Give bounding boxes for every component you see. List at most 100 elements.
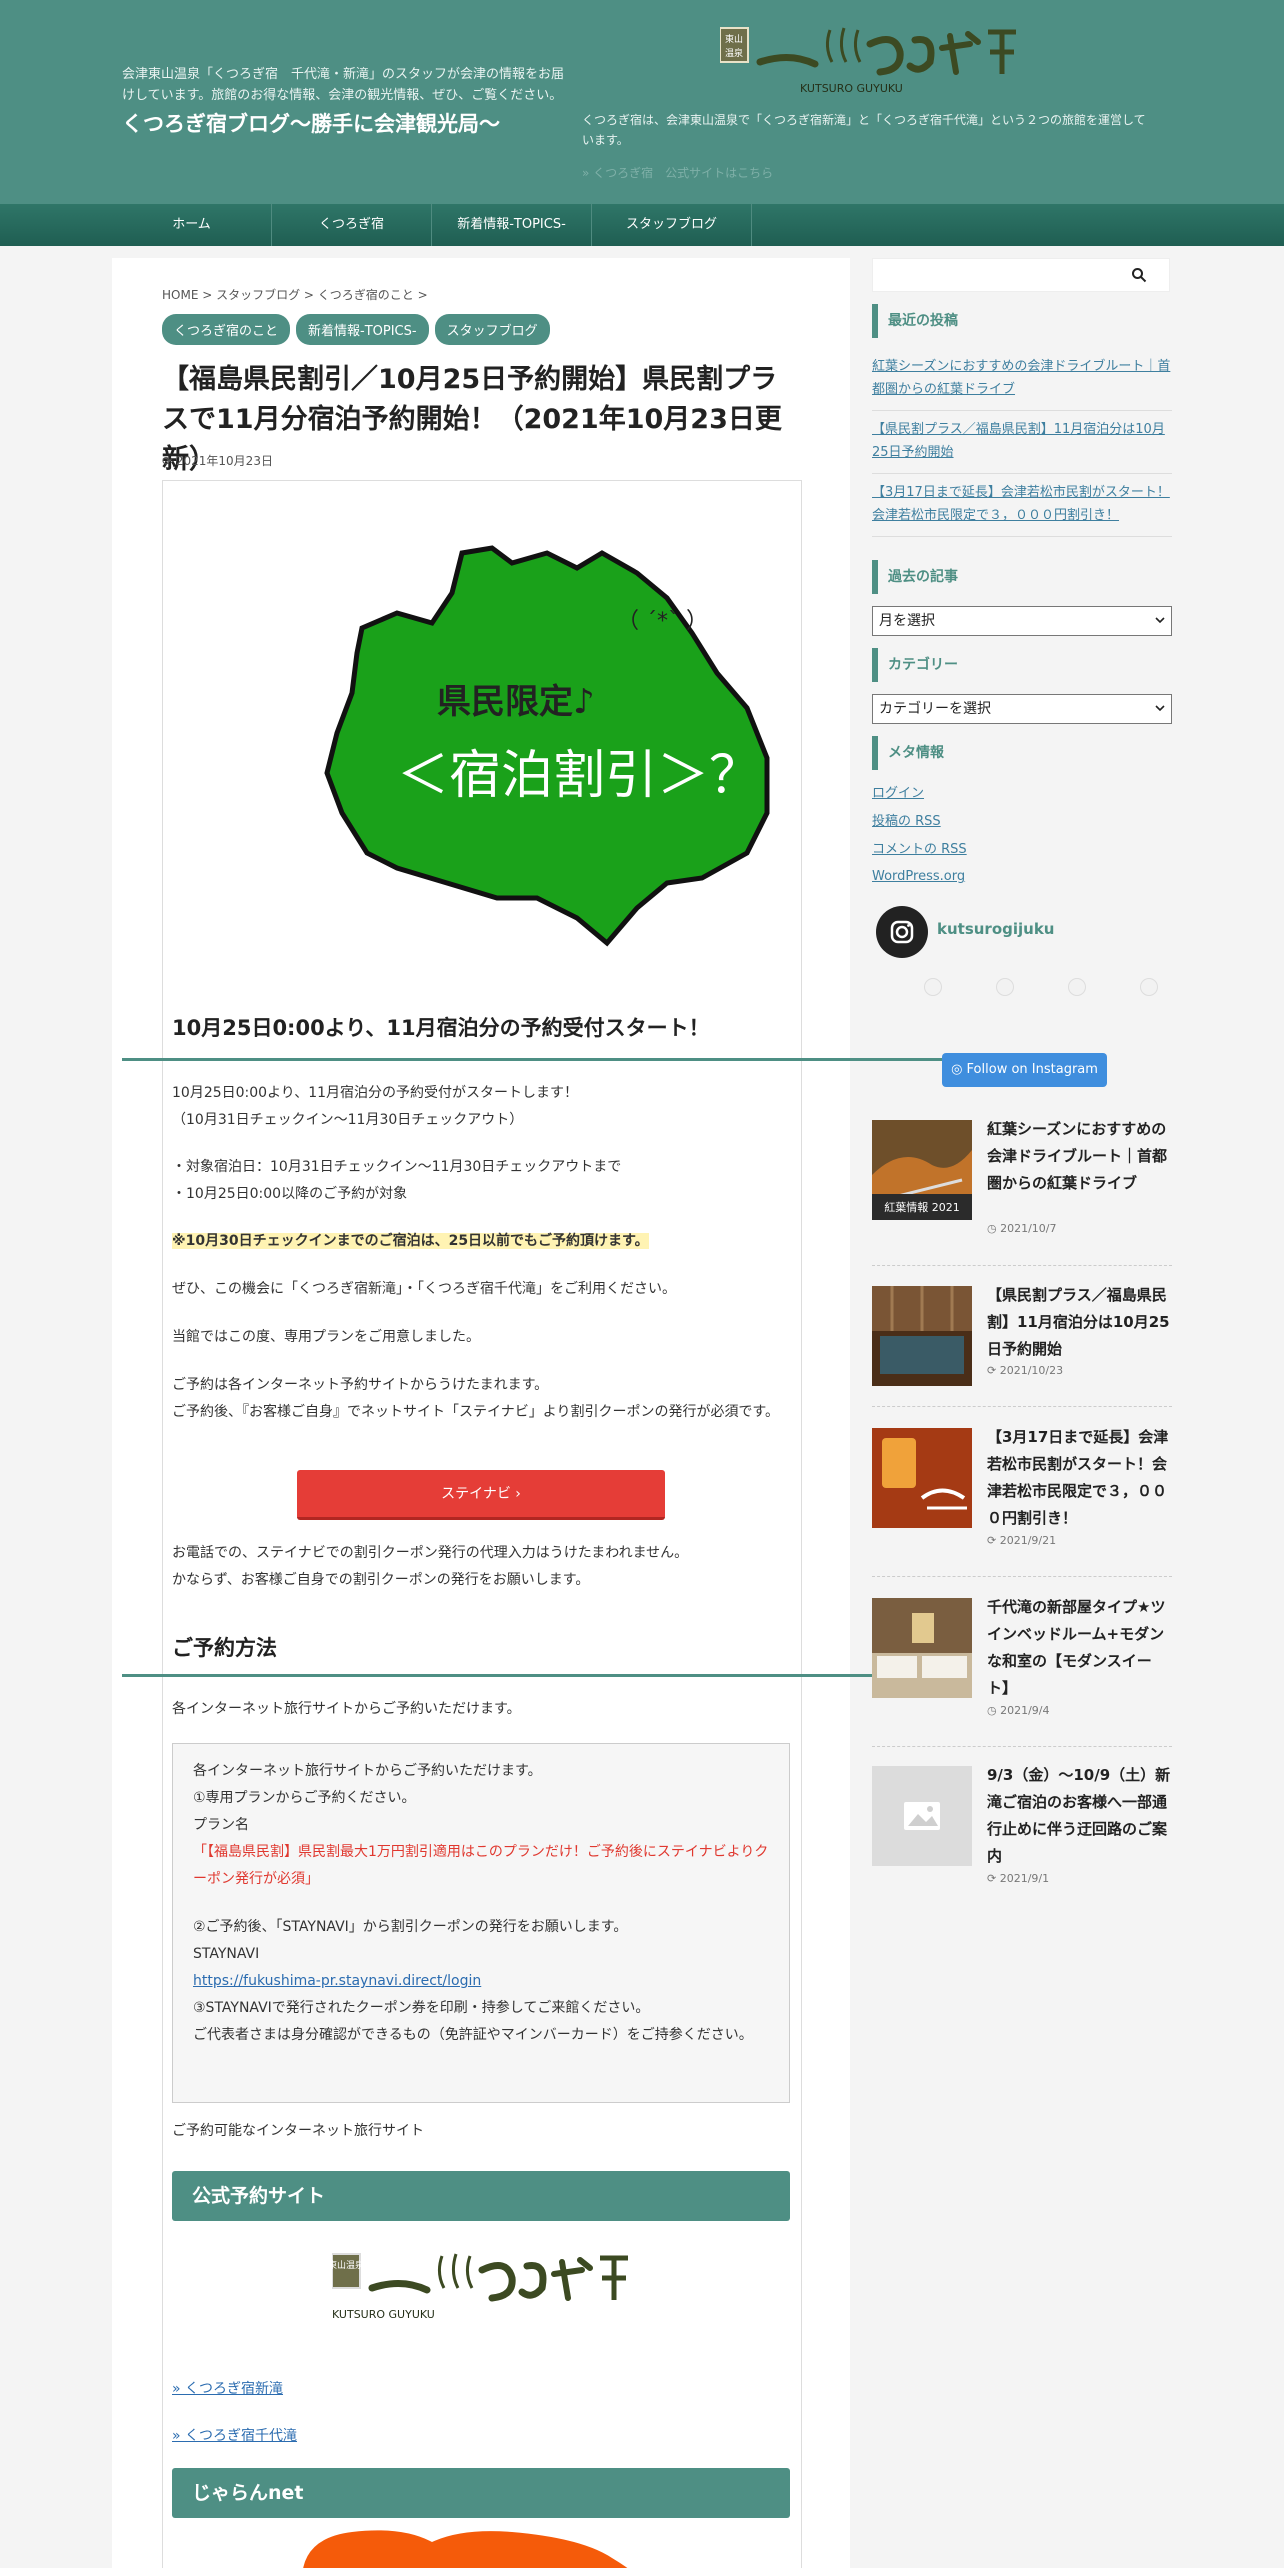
post-title[interactable]: 【県民割プラス／福島県民割】11月宿泊分は10月25日予約開始 (987, 1282, 1172, 1363)
divider (872, 1265, 1172, 1266)
info-line: ③STAYNAVIで発行されたクーポン券を印刷・持参してご来館ください。 (193, 2000, 650, 2016)
paragraph: お電話での、ステイナビでの割引クーポン発行の代理入力はうけたまわれません。 (172, 1545, 689, 1561)
image-placeholder-icon (872, 1766, 972, 1866)
post-thumbnail[interactable] (872, 1766, 972, 1866)
plan-name: 「【福島県民割】県民割最大1万円割引適用はこのプランだけ！ご予約後にステイナビよ… (193, 1844, 769, 1887)
section-heading-reservation-start: 10月25日0:00より、11月宿泊分の予約受付スタート！ (172, 1016, 710, 1040)
instagram-follow-label: Follow on Instagram (966, 1062, 1098, 1077)
nav-item-staff-blog[interactable]: スタッフブログ (592, 204, 752, 246)
illustration-face: （ ´*` ） (617, 609, 708, 634)
highlight-text: ※10月30日チェックインまでのご宿泊は、25日以前でもご予約頂けます。 (172, 1233, 649, 1249)
meta-link-login[interactable]: ログイン (872, 782, 1172, 805)
info-line: ご代表者さまは身分確認ができるもの（免許証やマインバーカード）をご持参ください。 (193, 2027, 753, 2043)
svg-text:KUTSURO GUYUKU: KUTSURO GUYUKU (800, 82, 903, 95)
post-title[interactable]: 千代滝の新部屋タイプ★ツインベッドルーム+モダンな和室の【モダンスイート】 (987, 1594, 1172, 1702)
global-nav: ホーム くつろぎ宿 新着情報-TOPICS- スタッフブログ (0, 204, 1284, 246)
post-thumbnail[interactable]: 紅葉情報 2021 (872, 1120, 972, 1220)
widget-title-archive: 過去の記事 (872, 560, 1172, 594)
post-date-text: 2021/10/23 (999, 1364, 1064, 1377)
meta-link-wordpress[interactable]: WordPress.org (872, 865, 1172, 888)
breadcrumb[interactable]: HOME > スタッフブログ > くつろぎ宿のこと > (162, 286, 428, 303)
official-site-link[interactable]: » くつろぎ宿 公式サイトはこちら (582, 164, 773, 181)
archive-select-value: 月を選択 (879, 613, 935, 629)
link-shintaki[interactable]: » くつろぎ宿新滝 (172, 2376, 812, 2403)
post-title[interactable]: 【3月17日まで延長】会津若松市民割がスタート！会津若松市民限定で３，０００円割… (987, 1424, 1172, 1532)
nav-item-kutsurogi[interactable]: くつろぎ宿 (272, 204, 432, 246)
site-title[interactable]: くつろぎ宿ブログ～勝手に会津観光局～ (122, 108, 500, 138)
refresh-icon: ⟳ (162, 454, 176, 468)
paragraph: ご予約可能なインターネット旅行サイト (172, 2123, 424, 2139)
lantern-thumbnail-image (872, 1428, 972, 1528)
article-date: ⟳ 2021年10月23日 (162, 452, 273, 469)
article-date-text: 2021年10月23日 (175, 454, 273, 468)
info-line: STAYNAVI (193, 1946, 260, 1962)
staynavi-url-link[interactable]: https://fukushima-pr.staynavi.direct/log… (193, 1968, 773, 1995)
clock-icon: ◷ (987, 1222, 1001, 1235)
illustration-line2: ＜宿泊割引＞？！ (397, 746, 813, 806)
divider (872, 473, 1172, 474)
fukushima-map-illustration: （ ´*` ） 県民限定♪ ＜宿泊割引＞？！ (324, 545, 813, 947)
post-thumbnail[interactable] (872, 1598, 972, 1698)
instagram-image-placeholder[interactable] (924, 978, 942, 996)
post-date-text: 2021/10/7 (1000, 1222, 1057, 1235)
post-title[interactable]: 9/3（金）～10/9（土）新滝ご宿泊のお客様へ一部通行止めに伴う迂回路のご案内 (987, 1762, 1172, 1870)
meta-link-comment-rss[interactable]: コメントの RSS (872, 838, 1172, 861)
paragraph: ご予約は各インターネット予約サイトからうけたまれます。 (172, 1377, 549, 1393)
instagram-username[interactable]: kutsurogijuku (937, 920, 1055, 938)
paragraph: ぜひ、この機会に「くつろぎ宿新滝」・「くつろぎ宿千代滝」をご利用ください。 (172, 1281, 676, 1297)
search-icon[interactable] (1131, 267, 1147, 283)
refresh-icon: ⟳ (987, 1364, 1000, 1377)
instagram-image-placeholder[interactable] (1068, 978, 1086, 996)
instagram-icon (890, 920, 914, 944)
info-line: ①専用プランからご予約ください。 (193, 1790, 416, 1806)
category-tag[interactable]: スタッフブログ (434, 314, 550, 345)
instagram-image-placeholder[interactable] (1140, 978, 1158, 996)
category-tag[interactable]: 新着情報-TOPICS- (296, 314, 429, 345)
post-date-text: 2021/9/1 (999, 1872, 1050, 1885)
widget-title-meta: メタ情報 (872, 736, 1172, 770)
onsen-thumbnail-image (872, 1286, 972, 1386)
section-bar-official: 公式予約サイト (172, 2171, 790, 2221)
recent-post-link[interactable]: 紅葉シーズンにおすすめの会津ドライブルート｜首都圏からの紅葉ドライブ (872, 355, 1172, 401)
post-thumbnail[interactable] (872, 1428, 972, 1528)
nav-item-topics[interactable]: 新着情報-TOPICS- (432, 204, 592, 246)
autumn-thumbnail-image: 紅葉情報 2021 (872, 1120, 972, 1220)
booking-info-box: 各インターネット旅行サイトからご予約いただけます。 ①専用プランからご予約くださ… (172, 1743, 790, 2103)
staynavi-button[interactable]: ステイナビ › (297, 1470, 665, 1520)
category-tag[interactable]: くつろぎ宿のこと (162, 314, 291, 345)
category-select[interactable]: カテゴリーを選択 (872, 694, 1172, 724)
meta-link-rss[interactable]: 投稿の RSS (872, 810, 1172, 833)
post-date-text: 2021/9/21 (999, 1534, 1057, 1547)
post-title[interactable]: 紅葉シーズンにおすすめの会津ドライブルート｜首都圏からの紅葉ドライブ (987, 1116, 1172, 1197)
paragraph: ご予約後、『お客様ご自身』でネットサイト「ステイナビ」より割引クーポンの発行が必… (172, 1404, 780, 1420)
paragraph: かならず、お客様ご自身での割引クーポンの発行をお願いします。 (172, 1572, 590, 1588)
search-input[interactable] (872, 258, 1170, 292)
instagram-image-placeholder[interactable] (996, 978, 1014, 996)
svg-text:東山温泉: 東山温泉 (332, 2259, 364, 2271)
recent-post-link[interactable]: 【3月17日まで延長】会津若松市民割がスタート！会津若松市民限定で３，０００円割… (872, 481, 1172, 527)
site-header: 会津東山温泉「くつろぎ宿 千代滝・新滝」のスタッフが会津の情報をお届けしています… (0, 0, 1284, 204)
link-chiyotaki[interactable]: » くつろぎ宿千代滝 (172, 2423, 812, 2450)
post-thumbnail[interactable] (872, 1286, 972, 1386)
refresh-icon: ⟳ (987, 1534, 1000, 1547)
site-logo[interactable]: 東山 温泉 KUTSURO GUYUKU (720, 22, 1020, 102)
nav-item-home[interactable]: ホーム (112, 204, 272, 246)
post-date: ◷ 2021/9/4 (987, 1704, 1050, 1717)
instagram-follow-button[interactable]: ◎ Follow on Instagram (942, 1053, 1107, 1087)
category-select-value: カテゴリーを選択 (879, 701, 991, 717)
svg-text:温泉: 温泉 (725, 47, 743, 59)
divider (872, 536, 1172, 537)
kutsurogi-logo[interactable]: 東山温泉 KUTSURO GUYUKU (332, 2248, 632, 2328)
archive-select[interactable]: 月を選択 (872, 606, 1172, 636)
illustration-line1: 県民限定♪ (437, 682, 595, 722)
room-thumbnail-image (872, 1598, 972, 1698)
recent-post-link[interactable]: 【県民割プラス／福島県民割】11月宿泊分は10月25日予約開始 (872, 418, 1172, 464)
section-bar-jalan: じゃらんnet (172, 2468, 790, 2518)
instagram-avatar[interactable] (876, 906, 928, 958)
refresh-icon: ⟳ (987, 1872, 1000, 1885)
chevron-down-icon (1155, 617, 1165, 624)
jalan-logo[interactable] (282, 2528, 662, 2568)
chevron-down-icon (1155, 705, 1165, 712)
svg-text:東山: 東山 (725, 33, 743, 45)
post-date-text: 2021/9/4 (1000, 1704, 1050, 1717)
